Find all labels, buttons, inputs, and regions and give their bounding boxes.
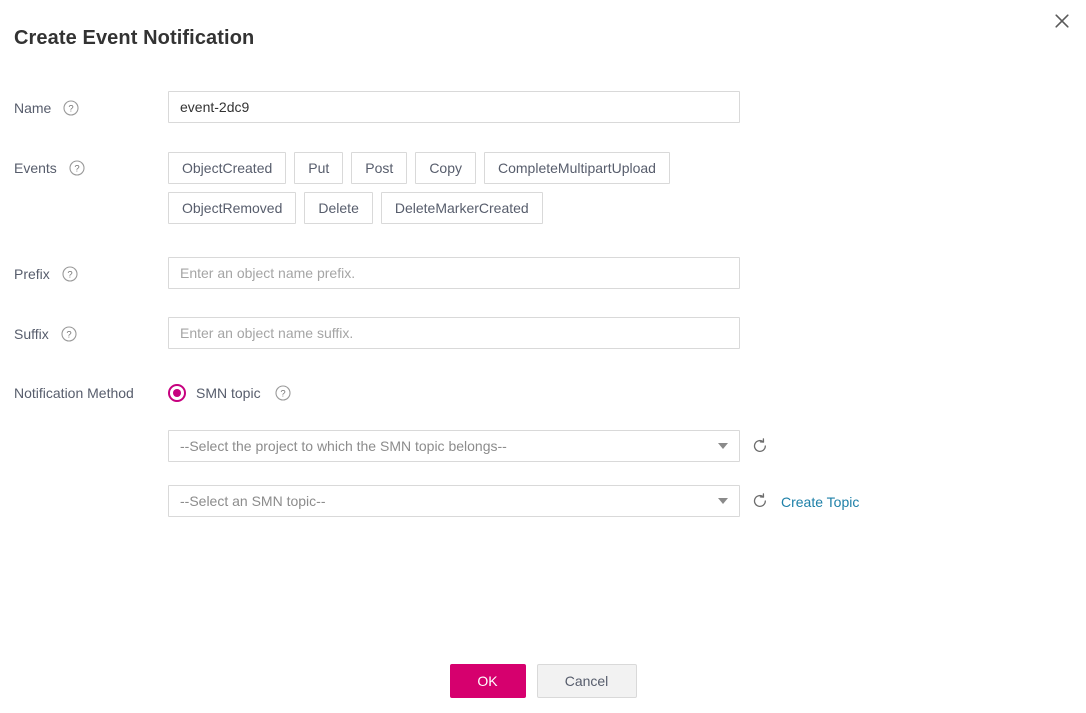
svg-text:?: ? — [280, 389, 285, 400]
prefix-label: Prefix — [14, 266, 50, 282]
topic-select[interactable]: --Select an SMN topic-- — [168, 485, 740, 517]
event-button-copy[interactable]: Copy — [415, 152, 476, 184]
events-label: Events — [14, 160, 57, 176]
svg-text:?: ? — [66, 330, 71, 341]
event-button-put[interactable]: Put — [294, 152, 344, 184]
topic-select-value: --Select an SMN topic-- — [180, 493, 326, 509]
ok-button[interactable]: OK — [449, 664, 526, 698]
name-input[interactable] — [168, 91, 740, 123]
create-event-notification-dialog: Create Event Notification Name ? Events — [0, 0, 1086, 713]
help-icon[interactable]: ? — [275, 385, 291, 401]
event-button-deletemarkercreated[interactable]: DeleteMarkerCreated — [380, 192, 543, 224]
chevron-down-icon — [718, 498, 728, 504]
radio-smn-topic-label[interactable]: SMN topic — [196, 383, 261, 403]
prefix-input[interactable] — [168, 257, 740, 289]
svg-text:?: ? — [74, 164, 79, 175]
svg-text:?: ? — [69, 104, 74, 115]
event-button-delete[interactable]: Delete — [304, 192, 373, 224]
refresh-icon[interactable] — [751, 437, 769, 455]
events-row-created: ObjectCreated Put Post Copy CompleteMult… — [168, 152, 868, 184]
svg-text:?: ? — [67, 270, 72, 281]
event-button-objectcreated[interactable]: ObjectCreated — [168, 152, 287, 184]
dialog-title: Create Event Notification — [14, 27, 255, 49]
cancel-button[interactable]: Cancel — [536, 664, 637, 698]
event-button-completemultipartupload[interactable]: CompleteMultipartUpload — [484, 152, 670, 184]
events-buttons: ObjectCreated Put Post Copy CompleteMult… — [168, 152, 868, 232]
help-icon[interactable]: ? — [69, 160, 85, 176]
name-label-group: Name ? — [14, 98, 79, 118]
close-icon — [1054, 13, 1070, 29]
close-button[interactable] — [1046, 5, 1078, 37]
create-topic-link[interactable]: Create Topic — [781, 492, 859, 512]
events-row-removed: ObjectRemoved Delete DeleteMarkerCreated — [168, 192, 868, 224]
help-icon[interactable]: ? — [61, 326, 77, 342]
events-label-group: Events ? — [14, 158, 85, 178]
suffix-label-group: Suffix ? — [14, 324, 77, 344]
project-select-value: --Select the project to which the SMN to… — [180, 438, 507, 454]
radio-group-notification-method: SMN topic ? — [168, 383, 291, 403]
event-button-objectremoved[interactable]: ObjectRemoved — [168, 192, 297, 224]
suffix-label: Suffix — [14, 326, 49, 342]
dialog-footer: OK Cancel — [0, 664, 1086, 698]
prefix-label-group: Prefix ? — [14, 264, 78, 284]
radio-dot — [173, 389, 181, 397]
help-icon[interactable]: ? — [63, 100, 79, 116]
name-label: Name — [14, 100, 52, 116]
help-icon[interactable]: ? — [62, 266, 78, 282]
radio-smn-topic[interactable] — [168, 384, 186, 402]
chevron-down-icon — [718, 443, 728, 449]
refresh-icon[interactable] — [751, 492, 769, 510]
suffix-input[interactable] — [168, 317, 740, 349]
notification-method-label: Notification Method — [14, 385, 134, 401]
project-select[interactable]: --Select the project to which the SMN to… — [168, 430, 740, 462]
event-button-post[interactable]: Post — [351, 152, 408, 184]
